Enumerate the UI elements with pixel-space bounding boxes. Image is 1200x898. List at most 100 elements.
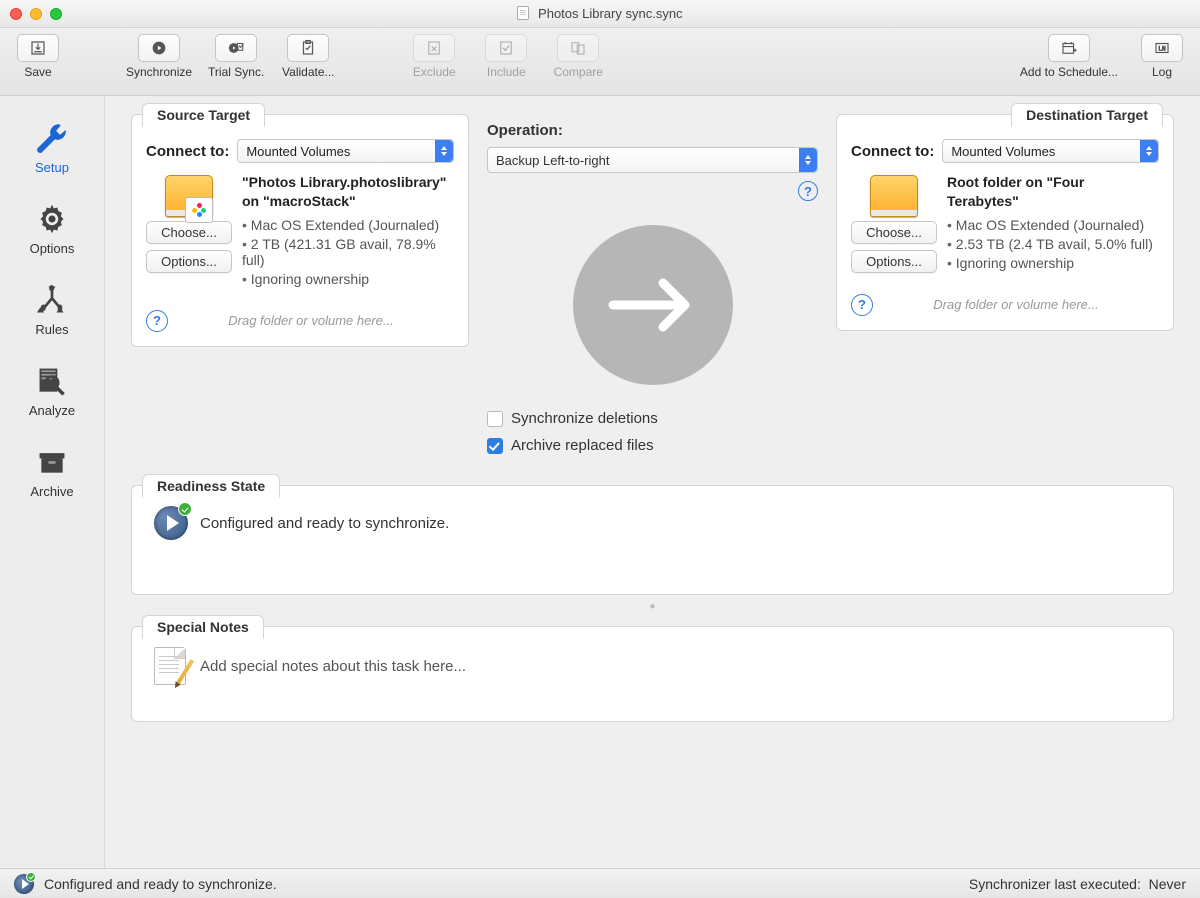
special-notes-panel: Special Notes Add special notes about th… [131,626,1174,722]
toolbar-label: Exclude [413,65,456,79]
direction-arrow-icon [573,225,733,385]
play-icon [138,34,180,62]
destination-detail: Ignoring ownership [947,255,1159,271]
checkbox-label: Synchronize deletions [511,410,658,427]
sidebar-item-options[interactable]: Options [0,189,104,270]
window-title: Photos Library sync.sync [0,6,1200,21]
save-icon [17,34,59,62]
destination-target-panel: Destination Target Connect to: Mounted V… [836,114,1174,331]
source-tab-label: Source Target [142,103,265,127]
validate-button[interactable]: Validate... [280,34,336,79]
sidebar: Setup Options Rules Analyze Archive [0,96,105,868]
include-icon [485,34,527,62]
destination-drive-icon [864,173,924,217]
wrench-icon [34,122,70,154]
sidebar-item-rules[interactable]: Rules [0,270,104,351]
document-icon [517,6,529,20]
toolbar-label: Save [24,65,51,79]
status-text: Configured and ready to synchronize. [44,876,277,892]
status-icon [14,874,34,894]
help-button[interactable]: ? [851,294,873,316]
last-executed-label: Synchronizer last executed: [969,876,1141,892]
compare-icon [557,34,599,62]
trial-sync-button[interactable]: Trial Sync. [208,34,264,79]
toolbar-label: Synchronize [126,65,192,79]
source-connect-select[interactable]: Mounted Volumes [237,139,454,163]
toolbar-label: Trial Sync. [208,65,264,79]
include-button: Include [478,34,534,79]
destination-choose-button[interactable]: Choose... [851,221,937,244]
connect-to-label: Connect to: [146,143,229,160]
magnifier-icon [34,365,70,397]
source-drive-icon [159,173,219,217]
drag-hint: Drag folder or volume here... [168,313,454,328]
source-title: "Photos Library.photoslibrary" on "macro… [242,173,454,211]
toolbar: Save Synchronize Trial Sync. Validate...… [0,28,1200,96]
source-detail: Ignoring ownership [242,271,454,287]
photos-app-badge-icon [185,197,213,223]
select-arrows-icon [1140,140,1158,162]
toolbar-label: Add to Schedule... [1020,65,1118,79]
destination-connect-select[interactable]: Mounted Volumes [942,139,1159,163]
sidebar-item-analyze[interactable]: Analyze [0,351,104,432]
readiness-text: Configured and ready to synchronize. [200,515,449,532]
content-area: Source Target Connect to: Mounted Volume… [105,96,1200,868]
connect-to-label: Connect to: [851,143,934,160]
toolbar-label: Validate... [282,65,334,79]
sync-deletions-checkbox[interactable] [487,411,503,427]
archive-replaced-checkbox[interactable] [487,438,503,454]
operation-select[interactable]: Backup Left-to-right [487,147,818,173]
sidebar-item-archive[interactable]: Archive [0,432,104,513]
toolbar-label: Compare [554,65,603,79]
select-value: Backup Left-to-right [496,153,609,168]
destination-title: Root folder on "Four Terabytes" [947,173,1159,211]
save-button[interactable]: Save [10,34,66,79]
sidebar-item-setup[interactable]: Setup [0,108,104,189]
sidebar-label: Analyze [29,403,75,418]
readiness-panel: Readiness State Configured and ready to … [131,485,1174,595]
destination-options-button[interactable]: Options... [851,250,937,273]
drag-hint: Drag folder or volume here... [873,297,1159,312]
toolbar-label: Include [487,65,526,79]
log-button[interactable]: LN Log [1134,34,1190,79]
notes-placeholder[interactable]: Add special notes about this task here..… [200,658,466,675]
select-arrows-icon [435,140,453,162]
sidebar-label: Archive [30,484,73,499]
destination-detail: 2.53 TB (2.4 TB avail, 5.0% full) [947,236,1159,252]
source-detail: Mac OS Extended (Journaled) [242,217,454,233]
last-executed: Synchronizer last executed: Never [969,876,1186,892]
help-button[interactable]: ? [798,181,818,201]
operation-column: Operation: Backup Left-to-right ? Synchr… [469,114,836,459]
operation-label: Operation: [487,122,818,139]
select-value: Mounted Volumes [951,144,1055,159]
calendar-add-icon [1048,34,1090,62]
source-detail: 2 TB (421.31 GB avail, 78.9% full) [242,236,454,268]
validate-icon [287,34,329,62]
select-value: Mounted Volumes [246,144,350,159]
toolbar-label: Log [1152,65,1172,79]
ready-status-icon [154,506,188,540]
compare-button: Compare [550,34,606,79]
source-choose-button[interactable]: Choose... [146,221,232,244]
source-options-button[interactable]: Options... [146,250,232,273]
exclude-button: Exclude [406,34,462,79]
sidebar-label: Setup [35,160,69,175]
last-executed-value: Never [1149,876,1186,892]
gear-icon [34,203,70,235]
source-target-panel: Source Target Connect to: Mounted Volume… [131,114,469,347]
add-to-schedule-button[interactable]: Add to Schedule... [1020,34,1118,79]
resize-grip[interactable]: ● [131,601,1174,612]
archive-icon [34,446,70,478]
destination-tab-label: Destination Target [1011,103,1163,127]
window-title-text: Photos Library sync.sync [538,6,683,21]
sidebar-label: Rules [35,322,68,337]
synchronize-button[interactable]: Synchronize [126,34,192,79]
help-button[interactable]: ? [146,310,168,332]
destination-detail: Mac OS Extended (Journaled) [947,217,1159,233]
log-icon: LN [1141,34,1183,62]
branch-icon [34,284,70,316]
readiness-tab-label: Readiness State [142,474,280,498]
select-arrows-icon [799,148,817,172]
checkbox-label: Archive replaced files [511,437,654,454]
status-bar: Configured and ready to synchronize. Syn… [0,868,1200,898]
